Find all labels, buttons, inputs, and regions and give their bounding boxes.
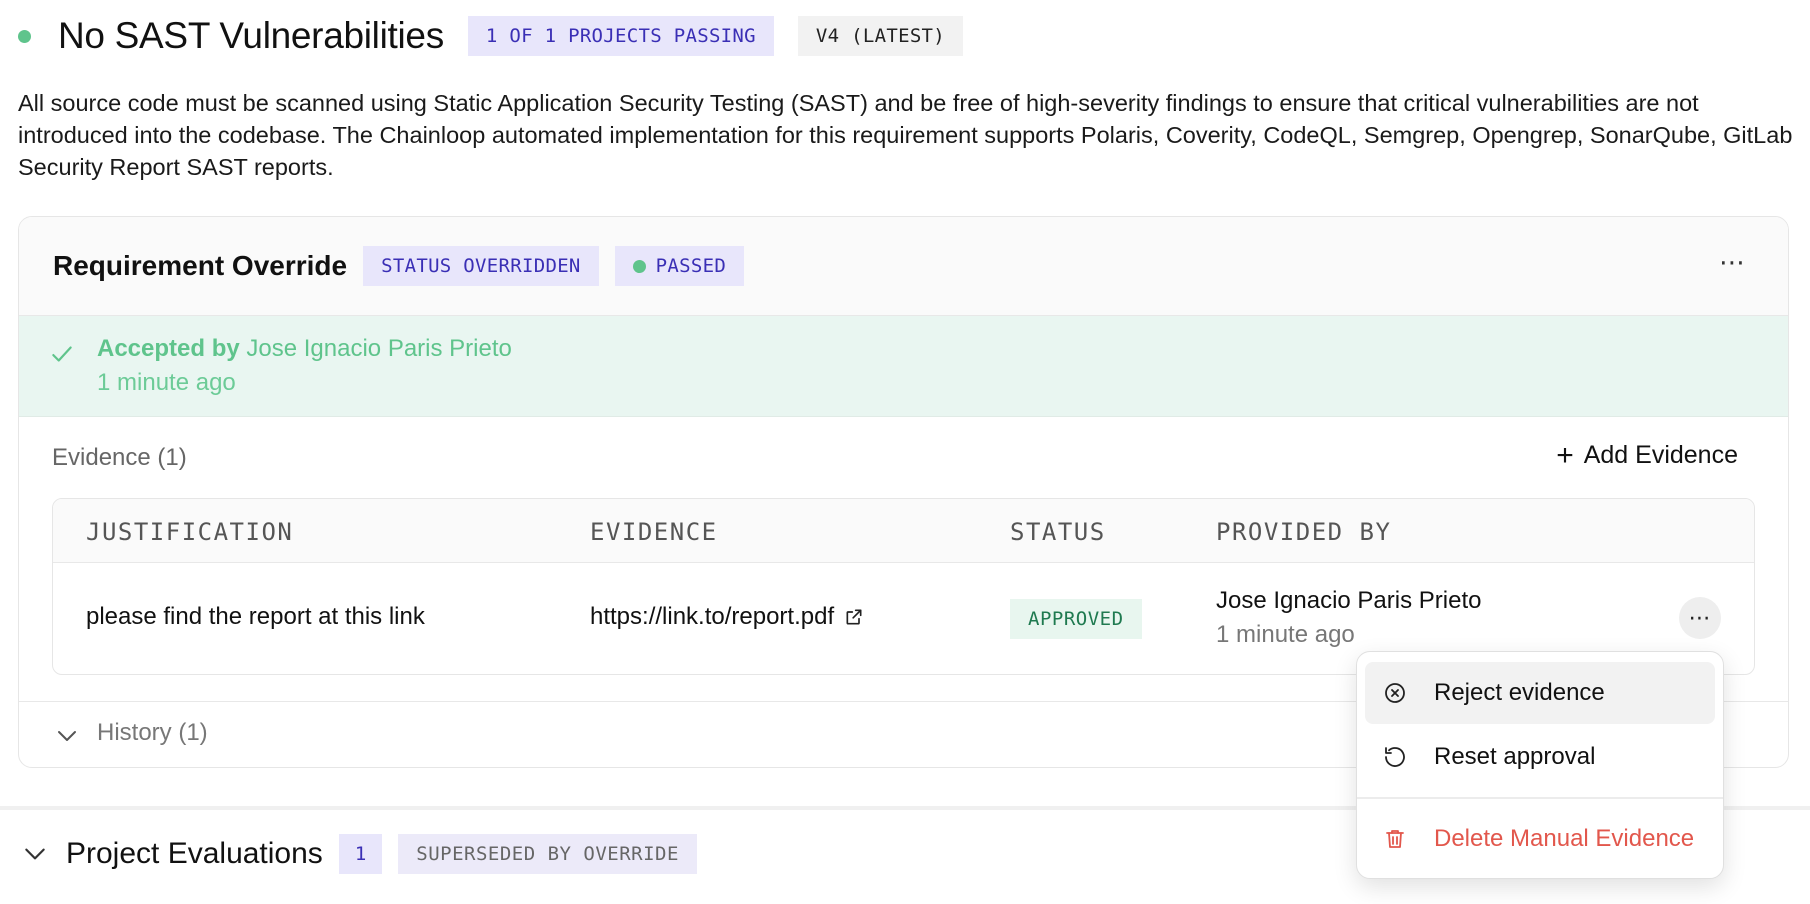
provided-by-name: Jose Ignacio Paris Prieto [1216, 587, 1482, 614]
history-label: History (1) [97, 719, 208, 746]
accepted-by-name: Jose Ignacio Paris Prieto [246, 335, 512, 362]
passed-dot-icon [632, 259, 646, 273]
menu-item-reject-evidence[interactable]: Reject evidence [1365, 662, 1715, 724]
external-link-icon [846, 609, 862, 625]
menu-divider [1357, 797, 1723, 799]
ellipsis-icon: ⋯ [1719, 247, 1746, 277]
status-badge: APPROVED [1010, 599, 1142, 639]
requirement-description: All source code must be scanned using St… [18, 90, 1793, 180]
override-card-header: Requirement Override STATUS OVERRIDDEN P… [19, 217, 1788, 316]
row-actions-button[interactable]: ⋯ [1679, 597, 1721, 639]
add-evidence-label: Add Evidence [1583, 441, 1738, 469]
page-title: No SAST Vulnerabilities [58, 15, 444, 56]
menu-item-label: Delete Manual Evidence [1434, 825, 1695, 852]
project-evaluations-count: 1 [338, 834, 383, 874]
menu-item-delete-evidence[interactable]: Delete Manual Evidence [1365, 808, 1715, 870]
x-circle-icon [1382, 680, 1408, 706]
accepted-prefix: Accepted by [97, 335, 240, 362]
project-evaluations-title: Project Evaluations [66, 837, 323, 870]
justification-cell: please find the report at this link [86, 603, 425, 630]
evidence-table-header: JUSTIFICATION EVIDENCE STATUS PROVIDED B… [53, 499, 1754, 563]
accepted-banner: Accepted by Jose Ignacio Paris Prieto 1 … [19, 316, 1788, 417]
status-overridden-badge: STATUS OVERRIDDEN [363, 246, 599, 286]
column-header-status: STATUS [1010, 518, 1106, 546]
menu-item-label: Reset approval [1434, 743, 1596, 770]
override-title: Requirement Override [53, 250, 348, 281]
projects-passing-badge: 1 OF 1 PROJECTS PASSING [467, 16, 774, 56]
chevron-down-icon [25, 848, 45, 860]
ellipsis-icon: ⋯ [1688, 605, 1712, 630]
status-dot-icon [18, 29, 31, 43]
passed-badge-label: PASSED [655, 255, 727, 277]
column-header-justification: JUSTIFICATION [86, 518, 294, 546]
accepted-by-line: Accepted by Jose Ignacio Paris Prieto [97, 335, 512, 363]
row-actions-menu: Reject evidence Reset approval Delete Ma… [1356, 651, 1724, 879]
plus-icon: + [1556, 439, 1574, 472]
column-header-evidence: EVIDENCE [590, 518, 718, 546]
evidence-section-header: Evidence (1) + Add Evidence [19, 417, 1788, 499]
passed-badge: PASSED [614, 246, 745, 286]
accepted-time: 1 minute ago [97, 369, 236, 396]
rotate-ccw-icon [1382, 744, 1408, 770]
evidence-table: JUSTIFICATION EVIDENCE STATUS PROVIDED B… [52, 498, 1755, 675]
column-header-provided-by: PROVIDED BY [1216, 518, 1392, 546]
menu-item-label: Reject evidence [1434, 679, 1605, 706]
requirement-header: No SAST Vulnerabilities 1 OF 1 PROJECTS … [18, 14, 964, 58]
evidence-link[interactable]: https://link.to/report.pdf [590, 603, 864, 631]
check-icon [52, 346, 72, 362]
menu-item-reset-approval[interactable]: Reset approval [1365, 726, 1715, 788]
evidence-count-label: Evidence (1) [52, 444, 187, 471]
trash-icon [1382, 826, 1408, 852]
override-menu-button[interactable]: ⋯ [1719, 247, 1746, 278]
add-evidence-button[interactable]: + Add Evidence [1556, 439, 1738, 472]
version-badge[interactable]: V4 (LATEST) [797, 16, 964, 56]
project-evaluations-header[interactable]: Project Evaluations 1 SUPERSEDED BY OVER… [22, 832, 697, 876]
superseded-badge: SUPERSEDED BY OVERRIDE [398, 834, 697, 874]
provided-by-time: 1 minute ago [1216, 621, 1355, 648]
evidence-link-text: https://link.to/report.pdf [590, 603, 835, 630]
chevron-down-icon [58, 731, 76, 741]
